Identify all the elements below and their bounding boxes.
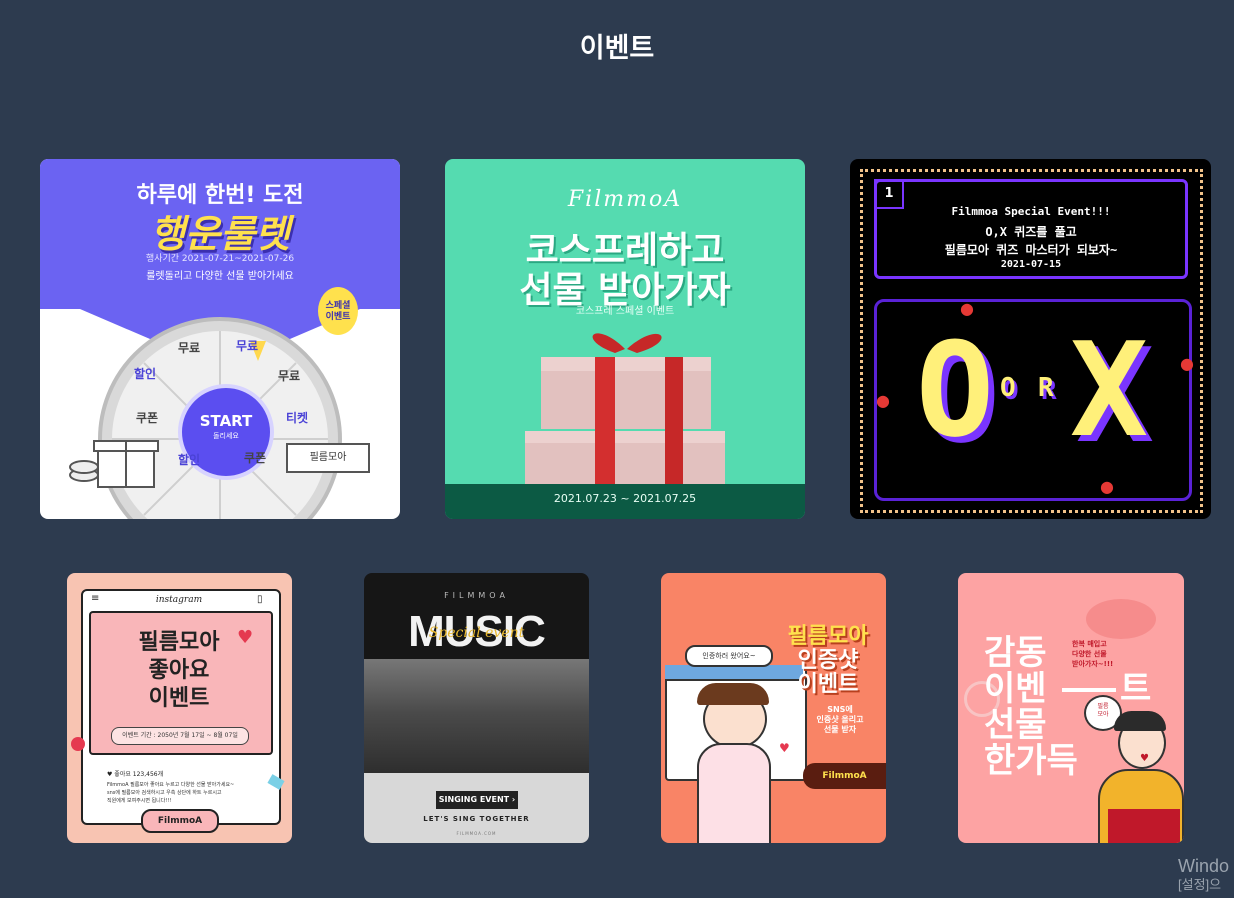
proof-title: 필름모아 인증샷 이벤트 (787, 624, 869, 697)
quiz-date: 2021-07-15 (1000, 259, 1062, 270)
event-card-roulette[interactable]: 하루에 한번! 도전 행운룰렛 행사기간 2021-07-21~2021-07-… (40, 159, 400, 519)
cherry-icon: ● (876, 391, 890, 410)
date-bar: 2021.07.23 ~ 2021.07.25 (445, 484, 805, 519)
headline-main: 행운룰렛 (150, 212, 290, 256)
title-line1: 감동 (984, 633, 1047, 673)
period-pill: 이벤트 기간 : 2050년 7월 17일 ~ 8월 07일 (111, 727, 249, 745)
wheel-label: 할인 (134, 367, 157, 381)
sub-text: 룰렛돌리고 다양한 선물 받아가세요 (146, 271, 294, 282)
filmmoa-button[interactable]: FilmmoA (141, 809, 219, 833)
heart-icon: ♥ (237, 627, 254, 648)
wheel-label: 무료 (236, 339, 259, 353)
hanbok-skirt (1108, 809, 1180, 843)
gift-box-icon (69, 440, 159, 488)
wheel-label: 쿠폰 (244, 451, 267, 465)
singing-event-button[interactable]: SINGING EVENT › (436, 791, 518, 809)
cherry-icon: ● (1180, 354, 1194, 373)
side-text: 한복 매입고 다양한 선물 받아가자~!!! (1072, 640, 1114, 668)
wheel-label: 무료 (278, 369, 301, 383)
heart-icon: ♥ (779, 741, 790, 755)
subtitle: 코스프레 스페셜 이벤트 (575, 306, 675, 317)
girl-hair (697, 683, 769, 705)
script-text: Special event (428, 625, 525, 641)
ticket-label: 필름모아 (286, 443, 370, 473)
event-card-like[interactable]: ≡ instagram ▯ 필름모아 좋아요 이벤트 ♥ 이벤트 기간 : 2050… (67, 573, 292, 843)
gift-boxes-image (525, 333, 725, 487)
windows-activation-watermark: Windo [설정]으 (1178, 856, 1230, 892)
period-text: 행사기간 2021-07-21~2021-07-26 (145, 254, 295, 264)
cherry-icon: ● (960, 299, 974, 318)
girl-dress (697, 743, 771, 843)
page-title: 이벤트 (579, 33, 655, 64)
title-line2-end: 트 (1120, 669, 1152, 709)
wheel-label: 무료 (178, 341, 201, 355)
chevron-right-icon: › (509, 795, 516, 804)
quiz-line3: 필름모아 퀴즈 마스터가 되보자~ (944, 243, 1118, 257)
filmmoa-tag: FilmmoA (803, 763, 886, 789)
big-o: O (915, 314, 995, 466)
title-line3: 선물 (984, 705, 1047, 745)
wheel-label: 쿠폰 (136, 411, 159, 425)
quiz-line1: Filmmoa Special Event!!! (951, 205, 1111, 218)
cloud-decoration (1086, 599, 1156, 639)
brand-text: FILMMOA (444, 591, 509, 600)
tagline: LET'S SING TOGETHER (423, 815, 530, 823)
brand-text: FilmmoA (567, 187, 683, 212)
wheel-label: 티켓 (286, 411, 309, 425)
cherry-icon: ● (1100, 477, 1114, 496)
person-hair (1114, 711, 1166, 731)
title-line2: 이벤 (984, 669, 1047, 709)
event-card-music[interactable]: FILMMOA MUSIC Special event SINGING EVEN… (364, 573, 589, 843)
lollipop-icon (71, 737, 85, 751)
or-o: O (1000, 373, 1016, 403)
event-card-hanbok[interactable]: 감동 이벤 트 선물 한가득 한복 매입고 다양한 선물 받아가자~!!! 필름 모아… (958, 573, 1184, 843)
wheel-label: 할인 (178, 453, 201, 467)
concert-photo (364, 659, 589, 779)
post-caption: FilmmoA 필름모아 좋아요 누르고 다양한 선물 받아가세요~ sns에 필… (107, 782, 235, 804)
or-r: R (1038, 373, 1054, 403)
quiz-line2: O,X 퀴즈를 풀고 (985, 225, 1077, 239)
event-card-proof-shot[interactable]: 인증하러 왔어요~ 필름모아 인증샷 이벤트 SNS에 인증샷 올리고 선물 받자 … (661, 573, 886, 843)
dash-line (1062, 688, 1116, 692)
big-x: X (1069, 314, 1149, 466)
proof-subtext: SNS에 인증샷 올리고 선물 받자 (816, 705, 864, 734)
likes-count: ♥ 좋아요 123,456개 (107, 771, 164, 778)
title-line4: 한가득 (984, 741, 1078, 781)
event-card-cosplay[interactable]: FilmmoA 코스프레하고 선물 받아가자 코스프레 스페셜 이벤트 2021… (445, 159, 805, 519)
speech-bubble: 인증하러 왔어요~ (685, 645, 773, 667)
heart-icon: ♥ (1140, 753, 1149, 764)
event-card-ox-quiz[interactable]: 1 Filmmoa Special Event!!! O,X 퀴즈를 풀고 필름… (850, 159, 1211, 519)
app-name: instagram (155, 595, 203, 605)
url-text: FILMMOA.COM (456, 831, 497, 836)
bookmark-icon: ▯ (257, 594, 263, 605)
